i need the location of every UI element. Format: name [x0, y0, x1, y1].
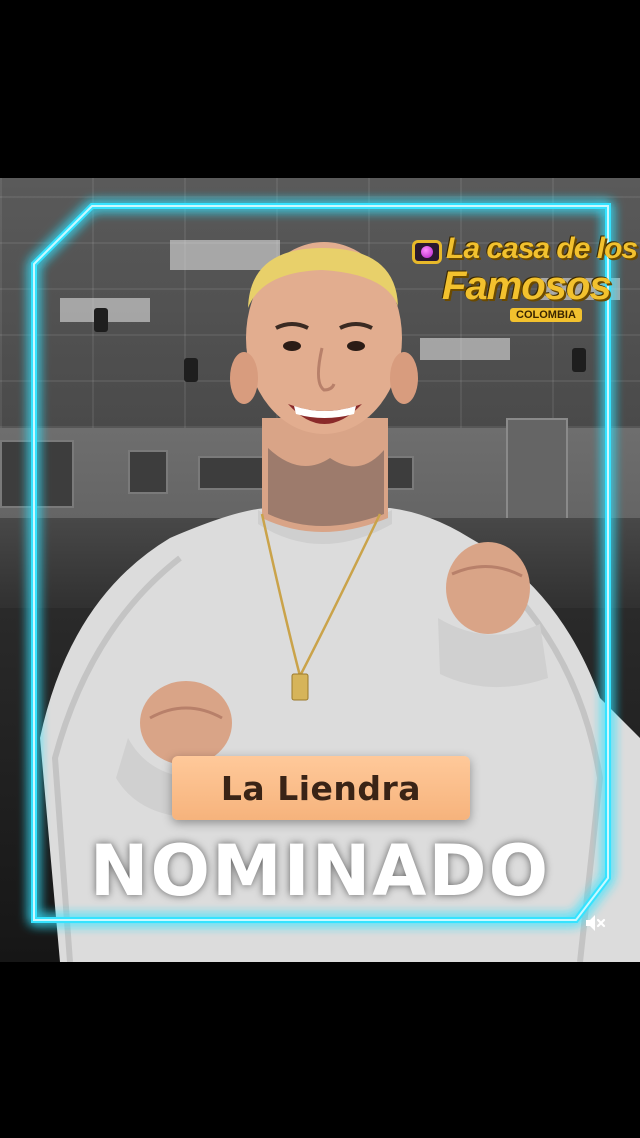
- logo-country-badge: COLOMBIA: [510, 308, 582, 322]
- show-logo: La casa de los Famosos COLOMBIA: [408, 230, 638, 326]
- logo-line2: Famosos: [442, 264, 612, 308]
- post-media[interactable]: La casa de los Famosos COLOMBIA La Liend…: [0, 178, 640, 962]
- contestant-name: La Liendra: [220, 768, 422, 808]
- nomination-status: NOMINADO: [89, 830, 551, 912]
- camera-icon: [412, 240, 442, 264]
- logo-line1: La casa de los: [446, 232, 638, 265]
- speaker-muted-icon: [586, 915, 606, 931]
- mute-button[interactable]: [580, 908, 610, 938]
- contestant-name-plate: La Liendra: [172, 756, 470, 820]
